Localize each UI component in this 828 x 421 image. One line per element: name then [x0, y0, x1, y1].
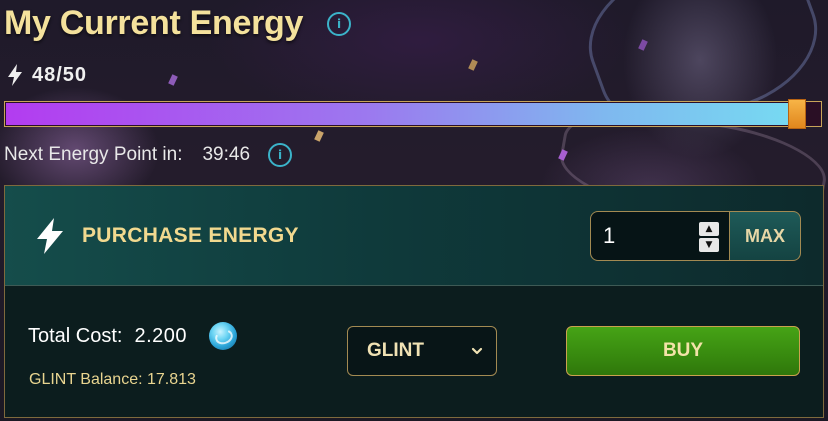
info-icon[interactable]: i [268, 143, 293, 167]
energy-progress-knob [788, 99, 806, 129]
energy-count: 48/50 [6, 62, 87, 88]
currency-select[interactable]: GLINT [347, 326, 497, 376]
purchase-energy-title: PURCHASE ENERGY [82, 224, 299, 247]
buy-button[interactable]: BUY [566, 326, 800, 376]
lightning-bolt-icon [37, 218, 63, 254]
lightning-bolt-icon [8, 64, 22, 86]
glint-balance: GLINT Balance: 17.813 [29, 371, 196, 388]
stepper-up-icon[interactable]: ▲ [699, 222, 719, 236]
max-button[interactable]: MAX [730, 211, 801, 261]
stepper-down-icon[interactable]: ▼ [699, 238, 719, 252]
quantity-input[interactable] [603, 221, 693, 251]
quantity-field: ▲ ▼ [590, 211, 730, 261]
total-cost-row: Total Cost: 2.200 [28, 320, 238, 352]
energy-count-text: 48/50 [32, 63, 88, 86]
info-icon[interactable]: i [327, 12, 351, 36]
quantity-control: ▲ ▼ MAX [590, 211, 801, 261]
page-title: My Current Energy [4, 4, 304, 42]
currency-selected-value: GLINT [367, 340, 424, 361]
glint-token-icon [209, 322, 238, 350]
purchase-energy-panel: PURCHASE ENERGY ▲ ▼ MAX Total Cost: 2.20… [4, 185, 824, 418]
confetti-piece [314, 130, 324, 142]
next-point-timer: 39:46 [202, 144, 251, 165]
next-point-label: Next Energy Point in: [4, 144, 183, 165]
confetti-piece [468, 59, 478, 71]
next-energy-point: Next Energy Point in: 39:46 i [4, 143, 293, 167]
energy-progress-bar [4, 99, 822, 129]
chevron-down-icon [471, 347, 483, 355]
quantity-stepper[interactable]: ▲ ▼ [699, 222, 719, 252]
total-cost-value: 2.200 [134, 324, 188, 347]
total-cost-label: Total Cost: [28, 324, 123, 347]
energy-progress-remaining [804, 103, 820, 125]
confetti-piece [168, 74, 178, 86]
energy-progress-fill [6, 103, 804, 125]
purchase-panel-header: PURCHASE ENERGY ▲ ▼ MAX [5, 186, 823, 286]
